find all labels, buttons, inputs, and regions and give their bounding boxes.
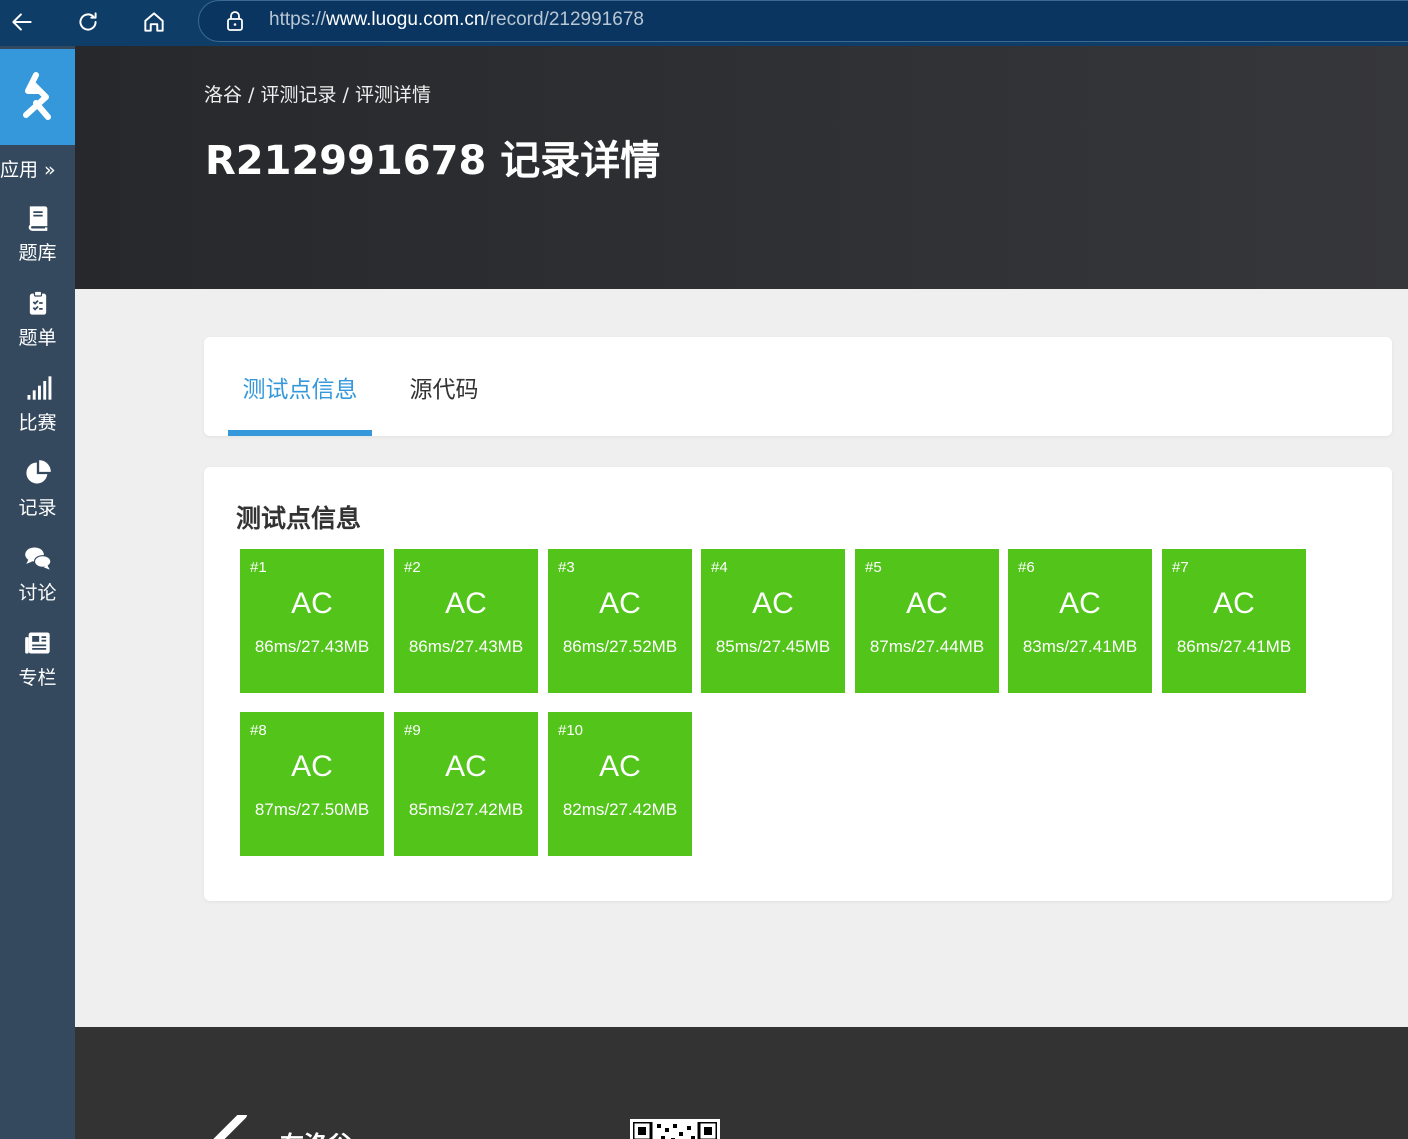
sidebar-item-problems[interactable]: 题库 [0, 196, 75, 276]
comments-icon [24, 547, 51, 570]
tabs-card: 测试点信息 源代码 [204, 337, 1392, 436]
page-footer: 在洛谷 [75, 1027, 1408, 1139]
arrow-left-icon [12, 13, 32, 31]
breadcrumb: 洛谷 / 评测记录 / 评测详情 [204, 84, 432, 106]
url-text: https://www.luogu.com.cn/record/21299167… [269, 9, 644, 30]
test-case-7[interactable]: #7 AC 86ms/27.41MB [1162, 549, 1306, 693]
sidebar-item-contests[interactable]: 比赛 [0, 366, 75, 446]
test-case-5[interactable]: #5 AC 87ms/27.44MB [855, 549, 999, 693]
test-case-6[interactable]: #6 AC 83ms/27.41MB [1008, 549, 1152, 693]
reload-button[interactable] [68, 4, 108, 40]
test-case-1[interactable]: #1 AC 86ms/27.43MB [240, 549, 384, 693]
signal-bars-icon [27, 376, 51, 400]
test-case-9[interactable]: #9 AC 85ms/27.42MB [394, 712, 538, 856]
test-case-4[interactable]: #4 AC 85ms/27.45MB [701, 549, 845, 693]
test-points-card: 测试点信息 #1 AC 86ms/27.43MB #2 AC 86ms/27.43MB … [204, 467, 1392, 901]
tab-test-points[interactable]: 测试点信息 [228, 337, 372, 436]
active-tab-indicator [228, 430, 372, 436]
test-case-10[interactable]: #10 AC 82ms/27.42MB [548, 712, 692, 856]
page-title: R212991678 记录详情 [205, 138, 661, 184]
sidebar-item-blog[interactable]: 专栏 [0, 621, 75, 701]
sidebar-item-records[interactable]: 记录 [0, 451, 75, 531]
newspaper-icon [24, 632, 50, 654]
breadcrumb-item-records[interactable]: 评测记录 [261, 84, 337, 106]
back-button[interactable] [2, 4, 42, 40]
browser-toolbar: https://www.luogu.com.cn/record/21299167… [0, 0, 1408, 46]
page-header: 洛谷 / 评测记录 / 评测详情 R212991678 记录详情 [75, 46, 1408, 289]
luogu-logo-icon [22, 72, 51, 120]
reload-icon [79, 12, 97, 31]
qr-code-icon [630, 1119, 720, 1139]
book-icon [28, 206, 47, 231]
tab-source-code[interactable]: 源代码 [394, 337, 494, 436]
pie-chart-icon [25, 460, 51, 484]
sidebar-item-discuss[interactable]: 讨论 [0, 536, 75, 616]
luogu-logo[interactable] [0, 49, 75, 145]
home-icon [144, 12, 164, 32]
breadcrumb-item-detail: 评测详情 [355, 84, 432, 106]
sidebar: 应用 » 题库 题单 比赛 记录 讨论 专栏 [0, 46, 75, 1139]
test-case-2[interactable]: #2 AC 86ms/27.43MB [394, 549, 538, 693]
test-case-8[interactable]: #8 AC 87ms/27.50MB [240, 712, 384, 856]
apps-menu[interactable]: 应用 » [0, 154, 75, 182]
test-case-3[interactable]: #3 AC 86ms/27.52MB [548, 549, 692, 693]
home-button[interactable] [134, 4, 174, 40]
breadcrumb-item-luogu[interactable]: 洛谷 [204, 84, 242, 106]
test-points-title: 测试点信息 [236, 504, 362, 533]
footer-logo-icon [213, 1115, 247, 1139]
lock-icon [227, 11, 243, 31]
sidebar-item-problem-lists[interactable]: 题单 [0, 281, 75, 361]
clipboard-list-icon [29, 290, 46, 315]
footer-brand: 在洛谷 [280, 1125, 352, 1139]
address-bar[interactable]: https://www.luogu.com.cn/record/21299167… [198, 0, 1408, 42]
